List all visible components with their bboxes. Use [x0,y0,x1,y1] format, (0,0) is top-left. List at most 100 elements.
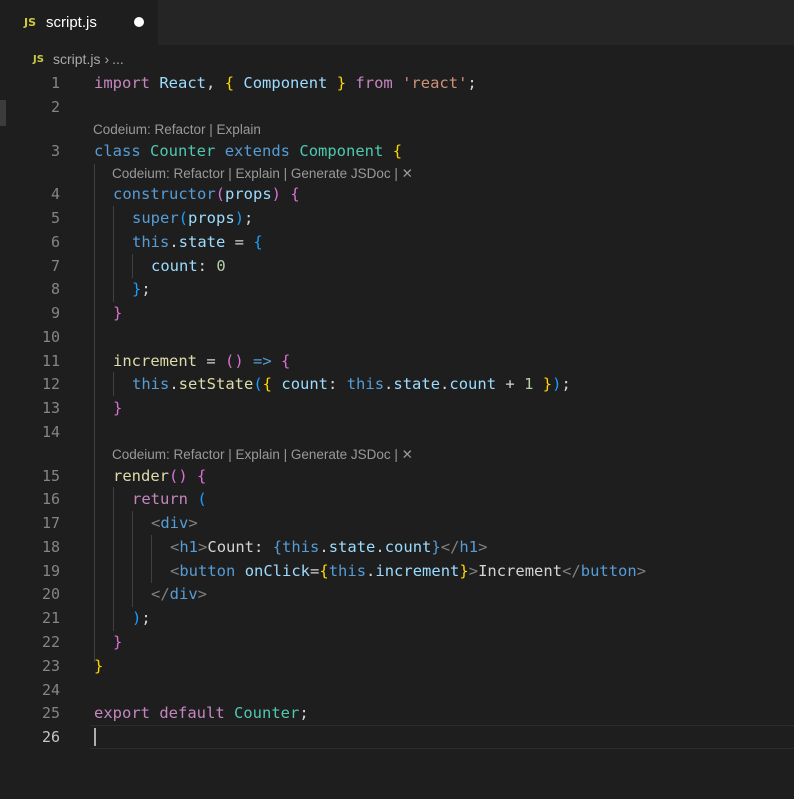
codelens-actions[interactable]: Codeium: Refactor | Explain | Generate J… [112,447,413,462]
bracket: ) [271,185,282,203]
line-number: 4 [50,185,60,203]
indent-guide [132,511,133,607]
operator: + [496,375,525,393]
tag-name: h1 [179,538,199,556]
code-line[interactable]: }; [132,278,151,300]
line-number: 5 [50,209,60,227]
codeium-codelens[interactable]: Codeium: Refactor | Explain | Generate J… [112,445,413,465]
keyword: this [328,562,367,580]
codeium-codelens[interactable]: Codeium: Refactor | Explain | Generate J… [112,164,413,184]
bracket: { [290,185,300,203]
keyword: this [282,538,320,556]
tag-bracket: > [198,538,208,556]
tag-bracket: > [197,585,208,603]
line-number: 17 [41,514,60,532]
property: count [151,257,198,275]
line-number: 18 [41,538,60,556]
code-line[interactable]: constructor(props) { [113,183,300,205]
tag-bracket: > [636,562,647,580]
code-line[interactable]: return ( [132,488,207,510]
line-number: 11 [41,352,60,370]
line-number: 12 [41,375,60,393]
code-line[interactable]: </div> [151,583,207,605]
line-number: 7 [50,257,60,275]
tab-title: script.js [46,14,97,31]
codelens-actions[interactable]: Codeium: Refactor | Explain | Generate J… [112,166,413,181]
code-line[interactable]: render() { [113,465,206,487]
code-line[interactable]: this.setState({ count: this.state.count … [132,373,571,395]
keyword: import [94,74,150,92]
tag-bracket: < [170,562,180,580]
line-number: 25 [41,704,60,722]
line-number: 14 [41,423,60,441]
number: 0 [216,257,226,275]
code-line[interactable]: } [94,655,103,677]
punctuation: ; [141,280,151,298]
line-number: 3 [50,142,60,160]
code-line[interactable]: super(props); [132,207,253,229]
text-cursor [94,728,96,746]
code-line[interactable]: } [113,302,122,324]
punctuation: ; [299,704,309,722]
code-line[interactable]: export default Counter; [94,702,309,724]
bracket: } [132,280,142,298]
line-number-current: 26 [41,728,60,746]
operator: = [225,233,254,251]
code-line[interactable]: class Counter extends Component { [94,140,402,162]
jsx-attribute: onClick [244,562,311,580]
tab-script-js[interactable]: JS script.js [0,0,158,45]
bracket: ( [215,185,225,203]
tag-bracket: > [188,514,198,532]
line-number: 23 [41,657,60,675]
unsaved-dot-icon[interactable] [134,17,144,27]
punctuation: ; [244,209,254,227]
bracket: } [113,399,123,417]
breadcrumb-more[interactable]: ... [112,51,124,67]
code-line[interactable]: <button onClick={this.increment}>Increme… [170,560,646,582]
breadcrumb-file[interactable]: script.js [53,51,100,67]
codelens-actions[interactable]: Codeium: Refactor | Explain [93,122,261,137]
code-line[interactable]: increment = () => { [113,350,290,372]
keyword: this [346,375,385,393]
identifier: props [188,209,235,227]
tag-bracket: </ [440,538,460,556]
tag-bracket: < [170,538,180,556]
property: count [384,538,432,556]
punctuation: . [319,538,329,556]
code-line[interactable]: } [113,397,122,419]
indent-guide [113,487,114,631]
class-name: Component [299,142,384,160]
code-line[interactable]: <div> [151,512,198,534]
line-number: 21 [41,609,60,627]
keyword: this [132,375,170,393]
tag-name: div [160,514,189,532]
codeium-codelens[interactable]: Codeium: Refactor | Explain [93,120,261,140]
line-number: 2 [50,98,60,116]
code-line[interactable]: this.state = { [132,231,263,253]
line-number: 15 [41,467,60,485]
code-line[interactable]: ); [132,607,151,629]
code-line[interactable]: count: 0 [151,255,226,277]
bracket: ( [169,467,179,485]
punctuation: . [169,375,179,393]
bracket: ( [253,375,263,393]
jsx-brace: } [459,562,469,580]
bracket: { [253,233,263,251]
line-number: 20 [41,585,60,603]
current-line-highlight [90,725,794,749]
code-line[interactable]: import React, { Component } from 'react'… [94,72,477,94]
class-name: Counter [234,704,300,722]
bracket: ( [197,490,207,508]
code-line[interactable]: } [113,631,122,653]
punctuation: . [366,562,376,580]
operator: = [197,352,225,370]
code-line[interactable]: <h1>Count: {this.state.count}</h1> [170,536,487,558]
identifier: Component [243,74,328,92]
